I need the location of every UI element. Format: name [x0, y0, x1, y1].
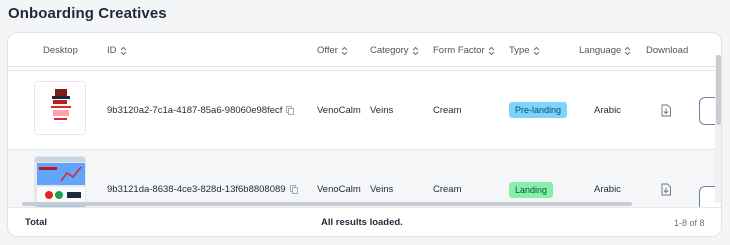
column-header-form-factor[interactable]: Form Factor: [433, 45, 495, 56]
sort-icon[interactable]: [624, 46, 631, 56]
column-header-desktop: Desktop: [43, 45, 78, 56]
sort-icon[interactable]: [341, 46, 348, 56]
sort-icon[interactable]: [533, 46, 540, 56]
table-row[interactable]: 9b3120a2-7c1a-4187-85a6-98060e98fecf Ven…: [8, 70, 721, 150]
copy-icon[interactable]: [289, 185, 298, 194]
column-header-offer[interactable]: Offer: [317, 45, 348, 56]
download-cell: [660, 71, 672, 149]
type-badge: Pre-landing: [509, 102, 568, 118]
total-label: Total: [25, 217, 47, 228]
form-factor-cell: Cream: [433, 104, 462, 116]
horizontal-scrollbar[interactable]: [22, 202, 632, 206]
creatives-table: Desktop ID Offer Category Form Factor Ty…: [7, 32, 722, 237]
load-status: All results loaded.: [321, 217, 403, 228]
column-header-download: Download: [646, 45, 689, 56]
creative-thumbnail[interactable]: [34, 81, 86, 135]
download-icon[interactable]: [660, 104, 672, 117]
table-header: Desktop ID Offer Category Form Factor Ty…: [8, 33, 721, 67]
result-count: 1-8 of 8: [674, 218, 705, 228]
category-cell: Veins: [370, 104, 394, 116]
table-footer: Total All results loaded. 1-8 of 8: [8, 207, 721, 236]
download-icon[interactable]: [660, 183, 672, 196]
page-title: Onboarding Creatives: [8, 5, 167, 22]
copy-icon[interactable]: [286, 105, 295, 115]
sort-icon[interactable]: [488, 46, 495, 56]
page: Onboarding Creatives Desktop ID Offer Ca…: [0, 0, 730, 245]
type-cell: Pre-landing: [509, 71, 568, 149]
sort-icon[interactable]: [120, 46, 127, 56]
column-header-category[interactable]: Category: [370, 45, 419, 56]
language-cell: Arabic: [594, 104, 621, 116]
column-header-id[interactable]: ID: [107, 45, 127, 56]
sort-icon[interactable]: [412, 46, 419, 56]
id-cell: 9b3120a2-7c1a-4187-85a6-98060e98fecf: [107, 71, 295, 149]
offer-cell: VenoCalm: [317, 104, 361, 116]
vertical-scrollbar[interactable]: [716, 55, 721, 125]
column-header-language[interactable]: Language: [579, 45, 631, 56]
type-badge: Landing: [509, 181, 554, 198]
column-header-type[interactable]: Type: [509, 45, 540, 56]
